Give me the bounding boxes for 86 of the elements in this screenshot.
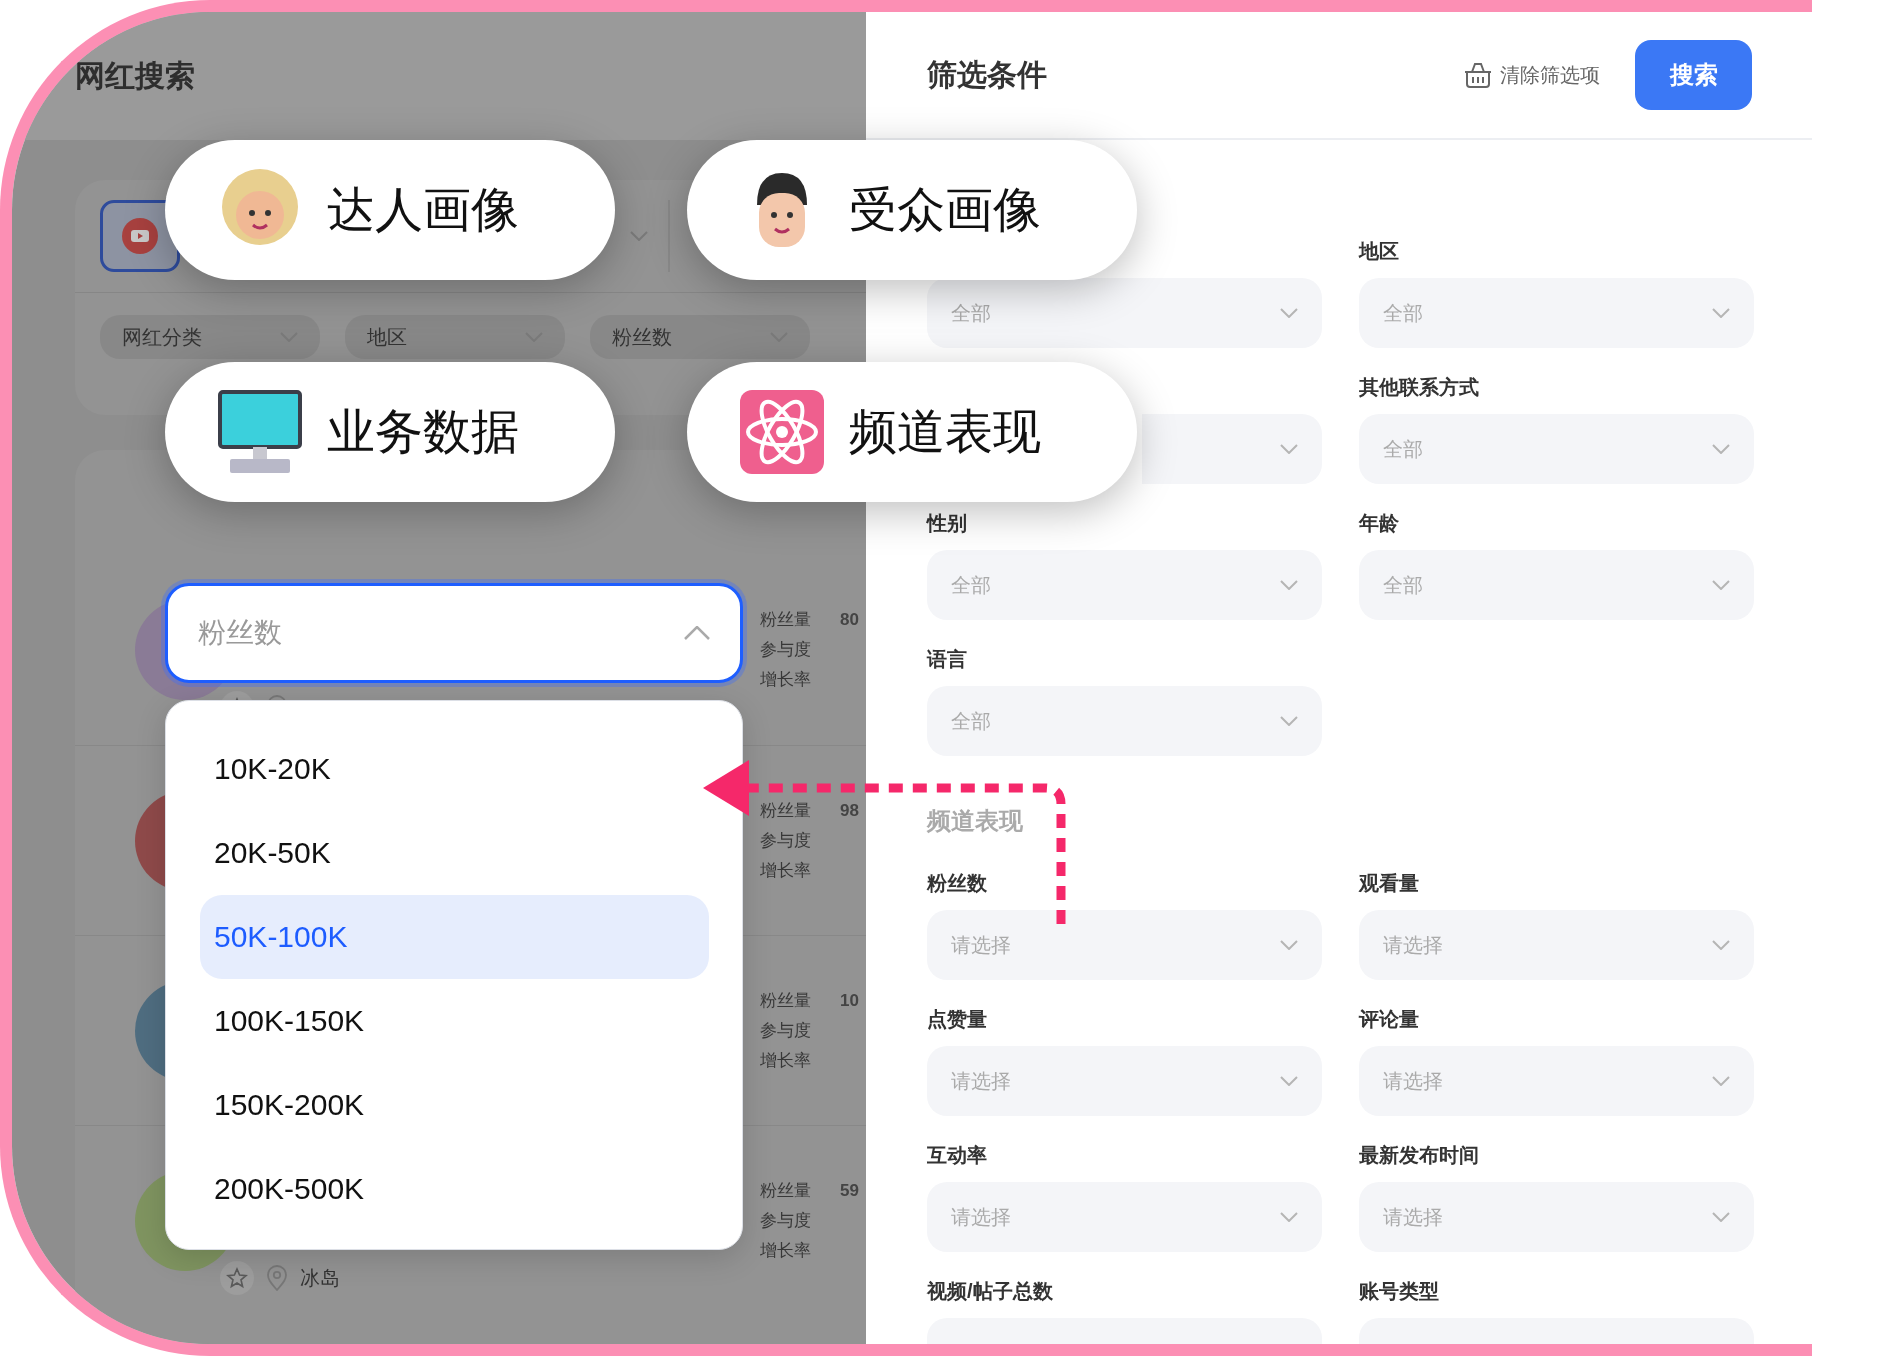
field-label: 点赞量 xyxy=(927,1007,988,1032)
platform-button[interactable] xyxy=(100,200,180,272)
select-field[interactable]: 请选择 xyxy=(927,1182,1322,1252)
field-label: 观看量 xyxy=(1359,871,1420,896)
chevron-down-icon xyxy=(1712,1212,1730,1222)
select-field[interactable]: 全部 xyxy=(927,550,1322,620)
filter-chip[interactable]: 地区 xyxy=(345,315,565,359)
chevron-down-icon xyxy=(1280,580,1298,590)
section-title: 频道表现 xyxy=(927,806,1024,836)
select-field[interactable]: 全部 xyxy=(1359,414,1754,484)
dropdown-option[interactable]: 200K-500K xyxy=(200,1147,709,1231)
field-label: 语言 xyxy=(927,647,968,672)
dropdown-option[interactable]: 150K-200K xyxy=(200,1063,709,1147)
select-field[interactable]: 请选择 xyxy=(1359,1046,1754,1116)
field-label: 性别 xyxy=(927,511,968,536)
atom-icon xyxy=(737,387,827,477)
stat-value: 10 xyxy=(840,989,859,1012)
dropdown-option[interactable]: 10K-20K xyxy=(200,727,709,811)
select-field[interactable]: 请选择 xyxy=(927,1046,1322,1116)
location-text: 冰岛 xyxy=(300,1265,340,1291)
page-title: 网红搜索 xyxy=(75,57,195,94)
stat-label: 增长率 xyxy=(760,1049,812,1072)
stat-label: 粉丝量 xyxy=(760,1179,812,1202)
dropdown-option[interactable]: 50K-100K xyxy=(200,895,709,979)
stat-label: 增长率 xyxy=(760,669,812,691)
stat-label: 增长率 xyxy=(760,859,812,882)
field-label: 地区 xyxy=(1359,239,1400,264)
pill-label: 达人画像 xyxy=(327,182,519,238)
field-label: 粉丝数 xyxy=(927,871,988,896)
stat-label: 粉丝量 xyxy=(760,609,812,631)
chevron-down-icon xyxy=(1280,308,1298,318)
chevron-down-icon xyxy=(1280,716,1298,726)
dropdown-option[interactable]: 100K-150K xyxy=(200,979,709,1063)
chip-label: 网红分类 xyxy=(122,324,202,350)
chip-label: 粉丝数 xyxy=(612,324,672,350)
stat-value: 80 xyxy=(840,609,859,631)
star-outline-icon xyxy=(226,1267,248,1289)
stat-label: 粉丝量 xyxy=(760,799,812,822)
chevron-down-icon xyxy=(1712,1076,1730,1086)
stat-label: 参与度 xyxy=(760,1019,812,1042)
dropdown-select[interactable]: 粉丝数 xyxy=(165,583,743,683)
chevron-down-icon xyxy=(1712,580,1730,590)
select-field[interactable]: 请选择 xyxy=(1359,1182,1754,1252)
chevron-down-icon xyxy=(1712,308,1730,318)
stat-label: 参与度 xyxy=(760,829,812,852)
select-field[interactable]: 全部 xyxy=(927,278,1322,348)
stat-label: 粉丝量 xyxy=(760,989,812,1012)
filter-chip[interactable]: 网红分类 xyxy=(100,315,320,359)
field-label: 视频/帖子总数 xyxy=(927,1279,1054,1304)
search-button[interactable]: 搜索 xyxy=(1635,40,1752,110)
chevron-down-icon xyxy=(1712,444,1730,454)
chevron-down-icon xyxy=(1280,940,1298,950)
field-label: 评论量 xyxy=(1359,1007,1420,1032)
select-field[interactable]: 请选择 xyxy=(1359,910,1754,980)
select-field[interactable]: 请选择 xyxy=(927,910,1322,980)
stat-label: 参与度 xyxy=(760,1209,812,1232)
select-field[interactable] xyxy=(1142,414,1322,484)
play-icon xyxy=(122,218,158,254)
panel-title: 筛选条件 xyxy=(927,56,1048,93)
location-pin-icon xyxy=(266,1265,288,1291)
chevron-up-icon xyxy=(684,626,710,640)
stat-label: 参与度 xyxy=(760,639,812,661)
pill-label: 频道表现 xyxy=(849,404,1041,460)
stat-label: 增长率 xyxy=(760,1239,812,1262)
chevron-down-icon xyxy=(1712,940,1730,950)
chip-label: 地区 xyxy=(367,324,407,350)
field-label: 最新发布时间 xyxy=(1359,1143,1480,1168)
field-label: 互动率 xyxy=(927,1143,988,1168)
pill-label: 业务数据 xyxy=(327,404,519,460)
select-field[interactable]: 全部 xyxy=(927,686,1322,756)
chevron-down-icon xyxy=(630,231,648,241)
basket-icon xyxy=(1464,62,1492,88)
field-label: 其他联系方式 xyxy=(1359,375,1480,400)
filter-chip[interactable]: 粉丝数 xyxy=(590,315,810,359)
pill-label: 受众画像 xyxy=(849,182,1041,238)
stat-value: 59 xyxy=(840,1179,859,1202)
select-field[interactable]: 全部 xyxy=(1359,278,1754,348)
field-label: 账号类型 xyxy=(1359,1279,1440,1304)
clear-filters-button[interactable]: 清除筛选项 xyxy=(1464,61,1600,89)
dropdown-option[interactable]: 20K-50K xyxy=(200,811,709,895)
stat-value: 98 xyxy=(840,799,859,822)
chevron-down-icon xyxy=(1280,1212,1298,1222)
chevron-down-icon xyxy=(1280,444,1298,454)
field-label: 年龄 xyxy=(1359,511,1400,536)
chevron-down-icon xyxy=(1280,1076,1298,1086)
select-field[interactable]: 全部 xyxy=(1359,550,1754,620)
